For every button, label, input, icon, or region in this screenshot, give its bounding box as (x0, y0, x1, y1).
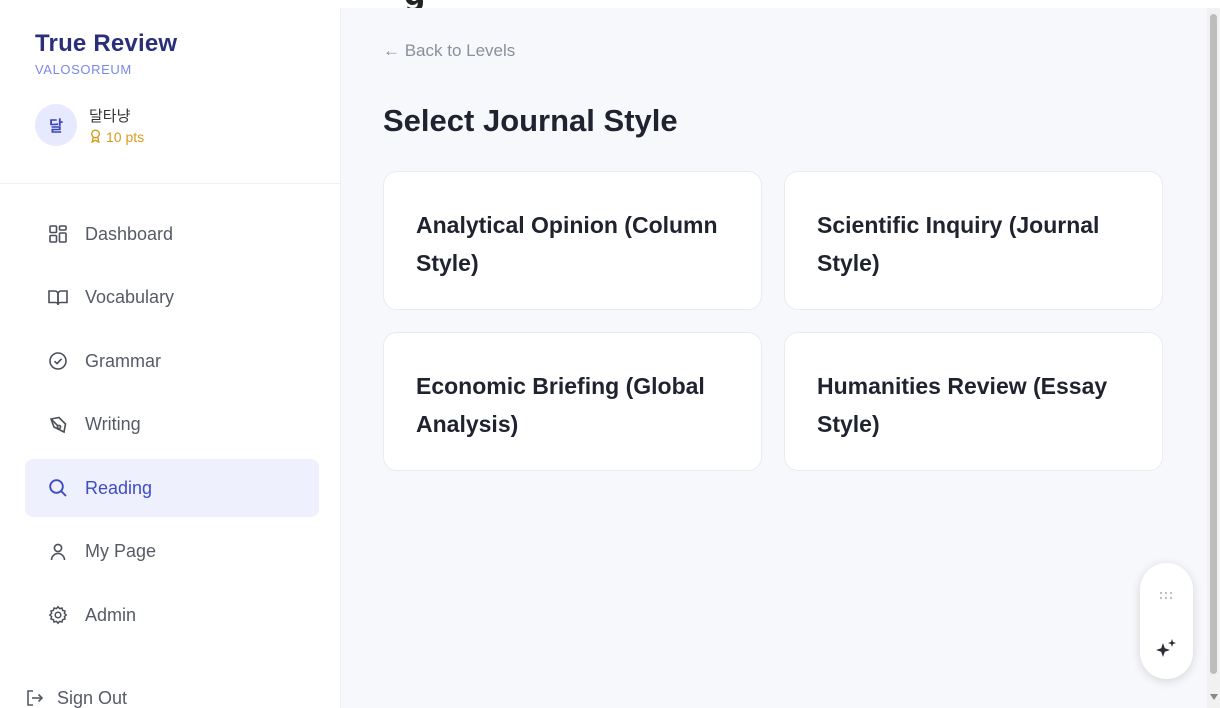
sidebar-divider (0, 183, 340, 184)
card-title-line: Scientific Inquiry (Journal (817, 212, 1100, 238)
user-profile: 달 달타냥 10 pts (35, 104, 144, 146)
card-title-line: Style) (817, 250, 880, 276)
sidebar-item-writing[interactable]: Writing (25, 396, 319, 454)
journal-style-card[interactable]: Analytical Opinion (Column Style) (383, 171, 762, 310)
page-title: Select Journal Style (383, 103, 678, 138)
page-scrollbar[interactable] (1207, 0, 1220, 708)
sidebar-item-label: Dashboard (85, 223, 174, 244)
sidebar-item-label: My Page (85, 541, 157, 561)
user-points: 10 pts (89, 129, 144, 146)
clipped-heading-fragment: g (404, 0, 425, 8)
pen-icon (45, 412, 71, 438)
sidebar-item-grammar[interactable]: Grammar (25, 332, 319, 390)
card-title-line: Analytical Opinion (Column (416, 212, 718, 238)
scrollbar-thumb[interactable] (1210, 14, 1217, 674)
sidebar-item-reading[interactable]: Reading (25, 459, 319, 517)
back-to-levels-link[interactable]: ← Back to Levels (383, 41, 515, 61)
dashboard-icon (45, 221, 71, 247)
card-title-line: Style) (817, 411, 880, 437)
brand: True Review VALOSOREUM (35, 30, 177, 77)
floating-assistant-widget (1140, 563, 1193, 679)
journal-style-grid: Analytical Opinion (Column Style) Scient… (383, 171, 1163, 471)
sidebar-item-admin[interactable]: Admin (25, 586, 319, 644)
gear-icon (45, 602, 71, 628)
sidebar-item-my-page[interactable]: My Page (25, 523, 319, 581)
card-title-line: Analysis) (416, 411, 519, 437)
sidebar-item-label: Admin (85, 604, 137, 625)
points-value: 10 pts (106, 129, 145, 145)
journal-style-card[interactable]: Scientific Inquiry (Journal Style) (784, 171, 1163, 310)
journal-style-card[interactable]: Humanities Review (Essay Style) (784, 332, 1163, 471)
user-icon (45, 539, 71, 565)
sign-out-label: Sign Out (57, 687, 128, 708)
brand-subtitle: VALOSOREUM (35, 62, 132, 77)
card-title-line: Economic Briefing (Global (416, 373, 705, 399)
sidebar-item-vocabulary[interactable]: Vocabulary (25, 269, 319, 327)
avatar: 달 (35, 104, 77, 146)
sign-out-button[interactable]: Sign Out (25, 686, 127, 708)
book-icon (45, 285, 71, 311)
award-icon (89, 129, 102, 146)
main-content: ← Back to Levels Select Journal Style An… (341, 8, 1207, 708)
search-icon (45, 475, 71, 501)
sidebar: True Review VALOSOREUM 달 달타냥 10 pts Dash… (0, 0, 341, 708)
journal-style-card[interactable]: Economic Briefing (Global Analysis) (383, 332, 762, 471)
sidebar-item-label: Reading (85, 477, 153, 498)
top-clipped-strip: g (0, 0, 1220, 8)
sign-out-icon (25, 686, 49, 708)
sparkle-icon[interactable] (1154, 637, 1178, 666)
sidebar-nav: Dashboard Vocabulary Grammar Writing Rea… (25, 205, 319, 650)
user-info: 달타냥 10 pts (89, 105, 144, 146)
sidebar-item-label: Vocabulary (85, 287, 175, 307)
check-circle-icon (45, 348, 71, 374)
drag-handle-icon[interactable] (1158, 588, 1174, 606)
card-title-line: Style) (416, 250, 479, 276)
sidebar-item-dashboard[interactable]: Dashboard (25, 205, 319, 263)
brand-title[interactable]: True Review (35, 30, 177, 58)
sidebar-item-label: Grammar (85, 350, 161, 371)
user-name: 달타냥 (89, 106, 131, 125)
scroll-down-arrow-icon[interactable] (1210, 694, 1218, 700)
card-title-line: Humanities Review (Essay (817, 373, 1108, 399)
sidebar-item-label: Writing (85, 414, 141, 434)
